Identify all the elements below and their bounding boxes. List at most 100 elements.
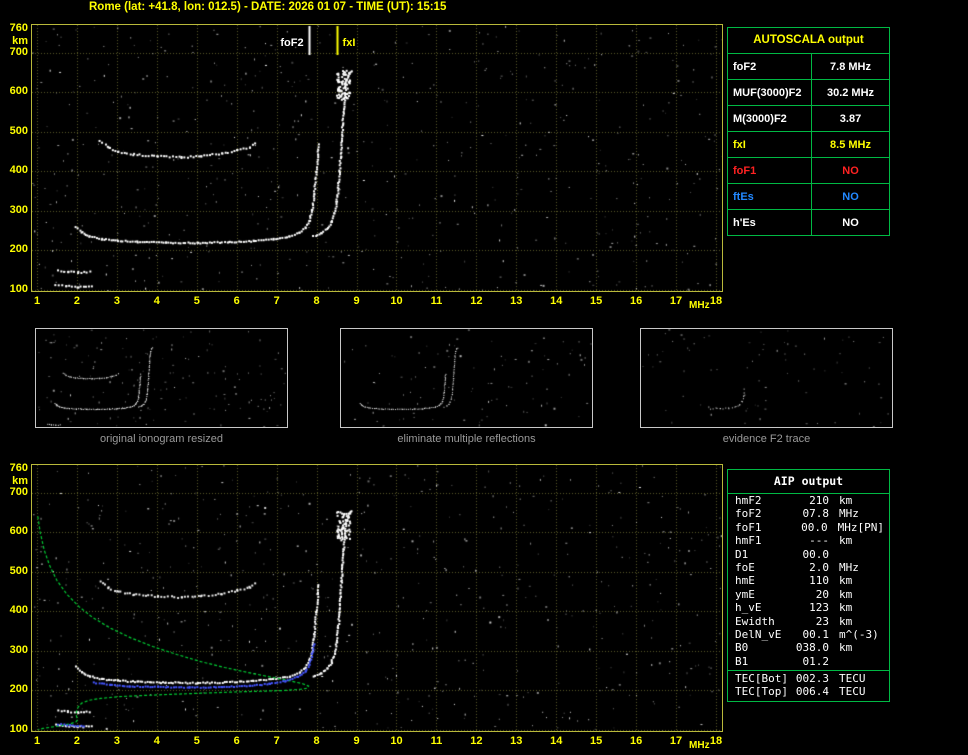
main-xtick-18: 18 <box>709 295 723 307</box>
autoscala-param-label: foF2 <box>728 54 812 79</box>
profile-xtick-12: 12 <box>470 735 483 747</box>
main-xtick-14: 14 <box>550 295 563 307</box>
profile-xtick-6: 6 <box>233 735 240 747</box>
profile-ytick-600: 600 <box>9 525 28 538</box>
fxi-marker-label: fxI <box>342 37 356 49</box>
thumb-eliminate-reflections <box>340 328 593 428</box>
fof2-marker-label: foF2 <box>280 37 304 49</box>
main-xtick-12: 12 <box>470 295 483 307</box>
aip-cell-pu: km <box>839 641 853 655</box>
ionogram-profile-plot <box>31 464 723 732</box>
aip-cell-pl: ymE <box>735 587 755 601</box>
main-ytick-600: 600 <box>9 85 28 98</box>
profile-xtick-4: 4 <box>153 735 160 747</box>
aip-cell-px <box>839 548 889 561</box>
station-date-header: Rome (lat: +41.8, lon: 012.5) - DATE: 20… <box>89 1 447 13</box>
thumb-evidence-f2 <box>640 328 893 428</box>
main-xtick-16: 16 <box>629 295 643 307</box>
thumb-eliminate-canvas <box>341 329 592 427</box>
main-ytick-300: 300 <box>9 203 28 216</box>
main-xtick-15: 15 <box>590 295 603 307</box>
aip-cell-px <box>866 672 890 685</box>
aip-row-h_vE: h_vE 123 km <box>728 601 889 614</box>
profile-ytick-400: 400 <box>9 604 28 617</box>
aip-cell-pv: 110 <box>809 574 829 588</box>
aip-cell-pv: 00.0 <box>802 547 830 561</box>
profile-xtick-9: 9 <box>353 735 360 747</box>
aip-cell-pu: TECU <box>839 685 866 699</box>
aip-cell-px: [PN] <box>857 520 885 534</box>
thumb-evidence-canvas <box>641 329 892 427</box>
autoscala-row-foF1: foF1 NO <box>728 158 889 184</box>
main-xtick-17: 17 <box>669 295 683 307</box>
profile-xtick-11: 11 <box>430 735 443 747</box>
main-xtick-4: 4 <box>153 295 160 307</box>
aip-cell-pv: 002.3 <box>795 672 829 686</box>
autoscala-row-M(3000)F2: M(3000)F2 3.87 <box>728 106 889 132</box>
aip-cell-px <box>839 655 889 668</box>
profile-xtick-17: 17 <box>669 735 683 747</box>
aip-cell-pu: MHz <box>839 560 859 574</box>
main-xtick-6: 6 <box>233 295 240 307</box>
autoscala-param-label: fxI <box>728 132 812 157</box>
aip-cell-pv: 23 <box>815 614 829 628</box>
aip-cell-pu: MHz <box>837 520 858 534</box>
aip-cell-pv: 20 <box>815 587 829 601</box>
thumb-caption-original: original ionogram resized <box>100 433 223 445</box>
main-xtick-11: 11 <box>430 295 443 307</box>
aip-cell-pu: TECU <box>839 672 866 686</box>
aip-table-rows: hmF2 210 km foF2 07.8 MHz foF1 00.0 MHz [PN] hmF1-… <box>728 494 889 668</box>
autoscala-table-rows: foF2 7.8 MHz MUF(3000)F2 30.2 MHz M(3000)F2 3… <box>728 54 889 235</box>
main-xtick-5: 5 <box>193 295 200 307</box>
aip-tec-rows: TEC[Bot] 002.3 TECU TEC[Top] 006.4 TECU <box>728 670 889 699</box>
autoscala-window: Rome (lat: +41.8, lon: 012.5) - DATE: 20… <box>0 0 968 755</box>
main-ytick-700: 700 <box>9 45 28 58</box>
main-xtick-7: 7 <box>273 295 280 307</box>
aip-cell-pl: h_vE <box>735 601 762 615</box>
thumb-caption-eliminate: eliminate multiple reflections <box>397 433 536 445</box>
aip-cell-px <box>852 588 889 601</box>
profile-xtick-7: 7 <box>273 735 280 747</box>
profile-xtick-10: 10 <box>390 735 403 747</box>
aip-cell-px <box>866 685 890 698</box>
aip-cell-pl: B0 <box>735 641 749 655</box>
profile-xtick-13: 13 <box>510 735 523 747</box>
aip-cell-pu: km <box>839 574 853 588</box>
profile-xaxis-unit: MHz <box>689 740 710 751</box>
aip-cell-pl: DelN_vE <box>735 627 782 641</box>
aip-cell-px <box>852 641 889 654</box>
autoscala-param-value: NO <box>842 190 859 203</box>
aip-cell-px <box>852 574 889 587</box>
main-ytick-100: 100 <box>9 283 28 295</box>
aip-cell-pl: hmE <box>735 574 755 588</box>
main-ytick-200: 200 <box>9 243 28 256</box>
aip-cell-pu: km <box>839 494 853 507</box>
aip-cell-px <box>879 628 889 641</box>
profile-xtick-18: 18 <box>709 735 723 747</box>
aip-table-title: AIP output <box>728 470 889 494</box>
main-xtick-8: 8 <box>313 295 320 307</box>
autoscala-param-label: h'Es <box>728 210 812 235</box>
aip-row-B1: B1 01.2 <box>728 655 889 668</box>
aip-cell-pv: 006.4 <box>795 685 829 699</box>
aip-row-foF2: foF2 07.8 MHz <box>728 507 889 520</box>
profile-xtick-3: 3 <box>113 735 120 747</box>
autoscala-param-label: MUF(3000)F2 <box>728 80 812 105</box>
aip-cell-pl: foF2 <box>735 507 762 521</box>
aip-cell-pl: hmF2 <box>735 494 762 507</box>
aip-output-table: AIP output hmF2 210 km foF2 07.8 MHz foF1 00.0 M… <box>727 469 890 702</box>
profile-xtick-2: 2 <box>73 735 80 747</box>
aip-cell-pu: MHz <box>839 507 859 521</box>
ionogram-main-canvas <box>32 25 722 291</box>
aip-row-hmE: hmE 110 km <box>728 574 889 587</box>
aip-cell-pu: m^(-3) <box>839 627 879 641</box>
aip-cell-pu: km <box>839 534 853 548</box>
aip-cell-pv: 2.0 <box>809 560 829 574</box>
aip-cell-pu: km <box>839 601 853 615</box>
aip-cell-pl: TEC[Bot] <box>735 672 788 686</box>
main-ytick-760: 760 <box>9 22 28 34</box>
aip-row-TEC[Top]: TEC[Top] 006.4 TECU <box>728 685 889 698</box>
autoscala-row-h'Es: h'Es NO <box>728 210 889 235</box>
main-xtick-3: 3 <box>113 295 120 307</box>
aip-cell-pu <box>829 548 839 561</box>
